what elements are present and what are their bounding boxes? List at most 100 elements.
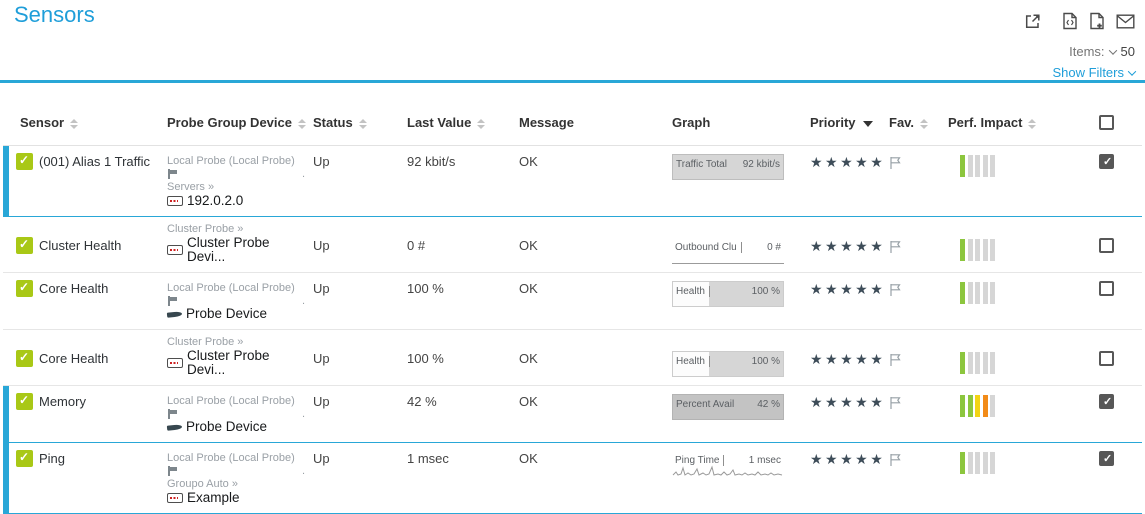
- device-tree-link[interactable]: Cluster Probe Devi...: [167, 349, 305, 377]
- row-checkbox[interactable]: [1099, 238, 1114, 253]
- column-header-label: Status: [313, 115, 353, 130]
- accent-divider: [0, 80, 1145, 83]
- column-header-label: Graph: [672, 115, 710, 130]
- sensor-name-link[interactable]: (001) Alias 1 Traffic: [39, 154, 150, 169]
- perf-impact-bar: [983, 282, 988, 304]
- xml-export-icon[interactable]: [1062, 12, 1078, 30]
- mini-graph[interactable]: Health 100 %: [672, 281, 784, 307]
- column-header-graph[interactable]: Graph: [668, 109, 806, 146]
- device-tree-link[interactable]: Cluster Probe »: [167, 335, 305, 349]
- table-row: Memory Local Probe (Local Probe).Probe D…: [3, 386, 1142, 443]
- table-row: (001) Alias 1 Traffic Local Probe (Local…: [3, 146, 1142, 217]
- row-checkbox[interactable]: [1099, 281, 1114, 296]
- device-tree-link[interactable]: Groupo Auto »: [167, 477, 305, 491]
- favorite-flag-icon[interactable]: [889, 283, 902, 297]
- priority-stars[interactable]: ★★★★★: [810, 238, 885, 254]
- items-selector[interactable]: Items: 50: [1069, 44, 1135, 59]
- last-value-cell: 0 #: [403, 217, 515, 273]
- perf-impact-bar: [990, 352, 995, 374]
- open-in-new-window-icon[interactable]: [1024, 13, 1041, 30]
- device-tree-link[interactable]: 192.0.2.0: [167, 194, 305, 208]
- mini-graph[interactable]: Traffic Total 92 kbit/s: [672, 154, 784, 180]
- status-cell: Up: [309, 146, 403, 217]
- device-tree-link[interactable]: Cluster Probe »: [167, 222, 305, 236]
- device-line-suffix: .: [302, 167, 305, 181]
- perf-impact-bar: [960, 282, 965, 304]
- favorite-flag-icon[interactable]: [889, 353, 902, 367]
- device-tree-link[interactable]: Example: [167, 491, 305, 505]
- device-tree-link[interactable]: Probe Device: [167, 420, 305, 434]
- flag-icon: [167, 296, 178, 306]
- sort-icon: [1028, 119, 1036, 129]
- priority-stars[interactable]: ★★★★★: [810, 451, 885, 467]
- row-checkbox[interactable]: [1099, 154, 1114, 169]
- status-cell: Up: [309, 273, 403, 330]
- graph-label: Percent Avail: [676, 399, 734, 410]
- last-value-cell: 1 msec: [403, 443, 515, 514]
- column-header-perf-impact[interactable]: Perf. Impact: [944, 109, 1081, 146]
- column-header-sensor[interactable]: Sensor: [3, 109, 163, 146]
- favorite-flag-icon[interactable]: [889, 156, 902, 170]
- sensor-name-link[interactable]: Core Health: [39, 351, 108, 366]
- graph-label: Health: [676, 356, 710, 367]
- priority-stars[interactable]: ★★★★★: [810, 154, 885, 170]
- flag-icon: [167, 169, 178, 179]
- mini-graph[interactable]: Percent Avail 42 %: [672, 394, 784, 420]
- device-line-suffix: .: [302, 407, 305, 421]
- device-tree-link[interactable]: Servers »: [167, 180, 305, 194]
- column-header-priority[interactable]: Priority: [806, 109, 885, 146]
- status-cell: Up: [309, 386, 403, 443]
- device-line-label: Cluster Probe »: [167, 222, 243, 236]
- device-tree-link[interactable]: Local Probe (Local Probe): [167, 281, 305, 295]
- column-header-label: Sensor: [20, 115, 64, 130]
- column-header-message[interactable]: Message: [515, 109, 668, 146]
- sensor-name-link[interactable]: Ping: [39, 451, 65, 466]
- device-line-suffix: .: [302, 464, 305, 478]
- sensor-name-link[interactable]: Cluster Health: [39, 238, 121, 253]
- favorite-flag-icon[interactable]: [889, 396, 902, 410]
- show-filters-toggle[interactable]: Show Filters: [1052, 65, 1135, 80]
- priority-stars[interactable]: ★★★★★: [810, 281, 885, 297]
- perf-impact-bar: [968, 452, 973, 474]
- perf-impact-bar: [983, 452, 988, 474]
- select-all-checkbox[interactable]: [1099, 115, 1114, 130]
- message-cell: OK: [515, 146, 668, 217]
- priority-stars[interactable]: ★★★★★: [810, 351, 885, 367]
- device-tree-link[interactable]: Cluster Probe Devi...: [167, 236, 305, 264]
- column-header-last-value[interactable]: Last Value: [403, 109, 515, 146]
- sensor-name-link[interactable]: Core Health: [39, 281, 108, 296]
- perf-impact-bar: [990, 452, 995, 474]
- save-file-icon[interactable]: [1089, 12, 1105, 30]
- priority-stars[interactable]: ★★★★★: [810, 394, 885, 410]
- graph-value: 100 %: [752, 356, 780, 367]
- favorite-flag-icon[interactable]: [889, 453, 902, 467]
- row-checkbox[interactable]: [1099, 394, 1114, 409]
- sort-icon: [298, 119, 306, 129]
- chevron-down-icon: [1108, 46, 1116, 54]
- graph-value: 92 kbit/s: [743, 159, 780, 170]
- column-header-status[interactable]: Status: [309, 109, 403, 146]
- device-cell: Local Probe (Local Probe).Probe Device: [163, 386, 309, 443]
- device-tree-link[interactable]: Local Probe (Local Probe): [167, 154, 305, 168]
- device-tree-link[interactable]: Local Probe (Local Probe): [167, 394, 305, 408]
- device-tree-link[interactable]: Probe Device: [167, 307, 305, 321]
- column-header-fav[interactable]: Fav.: [885, 109, 944, 146]
- mini-graph[interactable]: Ping Time 1 msec: [672, 451, 784, 477]
- sensor-name-link[interactable]: Memory: [39, 394, 86, 409]
- device-tree-link[interactable]: Local Probe (Local Probe): [167, 451, 305, 465]
- email-icon[interactable]: [1116, 14, 1135, 29]
- favorite-flag-icon[interactable]: [889, 240, 902, 254]
- message-cell: OK: [515, 443, 668, 514]
- column-header-probe-group-device[interactable]: Probe Group Device: [163, 109, 309, 146]
- select-all-header[interactable]: [1081, 109, 1142, 146]
- mini-graph[interactable]: Health 100 %: [672, 351, 784, 377]
- sensor-up-status-icon: [16, 350, 33, 367]
- perf-impact-bar: [960, 155, 965, 177]
- row-checkbox[interactable]: [1099, 351, 1114, 366]
- table-row: Core Health Cluster Probe »Cluster Probe…: [3, 330, 1142, 386]
- device-line-suffix: .: [302, 294, 305, 308]
- perf-impact-bar: [960, 352, 965, 374]
- graph-value: 100 %: [752, 286, 780, 297]
- row-checkbox[interactable]: [1099, 451, 1114, 466]
- mini-graph[interactable]: Outbound Clu 0 #: [672, 238, 784, 264]
